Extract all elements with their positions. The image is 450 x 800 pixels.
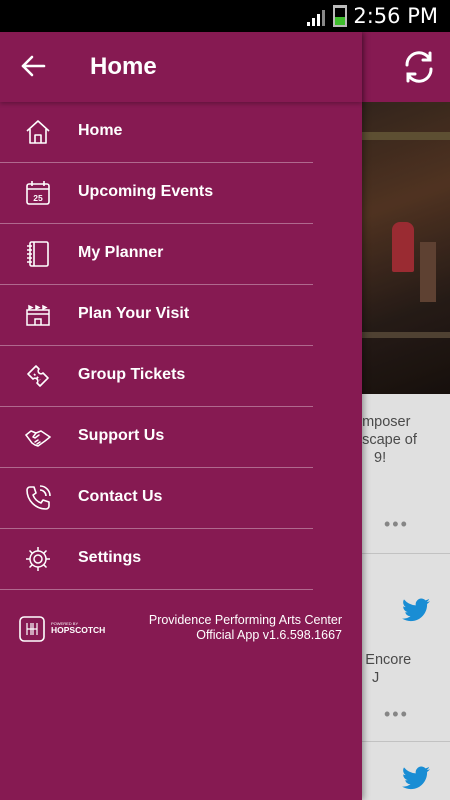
navigation-drawer: Home Home 25 Upcoming Events My Planner: [0, 32, 362, 800]
status-bar: 2:56 PM: [0, 0, 450, 32]
menu-item-label: Group Tickets: [78, 366, 186, 383]
home-icon: [26, 120, 50, 144]
app-info-line: Providence Performing Arts Center: [148, 613, 342, 627]
svg-text:HOPSCOTCH: HOPSCOTCH: [51, 625, 105, 635]
drawer-menu: Home 25 Upcoming Events My Planner Plan …: [0, 102, 362, 590]
menu-item-upcoming-events[interactable]: 25 Upcoming Events: [0, 163, 362, 224]
menu-item-label: Support Us: [78, 427, 165, 444]
status-time: 2:56 PM: [353, 4, 438, 28]
drawer-scrim[interactable]: [362, 102, 450, 800]
menu-item-label: Plan Your Visit: [78, 305, 190, 322]
planner-icon: [27, 241, 49, 267]
app-version: Official App v1.6.598.1667: [196, 628, 342, 642]
menu-item-home[interactable]: Home: [0, 102, 362, 163]
hopscotch-logo: POWERED BY HOPSCOTCH: [19, 616, 105, 642]
svg-text:25: 25: [33, 193, 43, 203]
drawer-header: Home: [0, 32, 362, 102]
sync-icon[interactable]: [400, 48, 438, 86]
menu-item-label: Home: [78, 122, 123, 139]
menu-item-contact-us[interactable]: Contact Us: [0, 468, 362, 529]
calendar-icon: 25: [26, 181, 50, 205]
battery-icon: [333, 5, 347, 27]
menu-item-plan-your-visit[interactable]: Plan Your Visit: [0, 285, 362, 346]
drawer-title: Home: [90, 53, 157, 80]
phone-icon: [26, 485, 51, 510]
back-arrow-icon[interactable]: [20, 54, 46, 78]
menu-item-my-planner[interactable]: My Planner: [0, 224, 362, 285]
menu-item-support-us[interactable]: Support Us: [0, 407, 362, 468]
venue-icon: [26, 304, 50, 326]
handshake-icon: [25, 430, 51, 447]
menu-item-label: Contact Us: [78, 488, 163, 505]
gear-icon: [26, 547, 50, 571]
ticket-icon: [27, 365, 49, 387]
app-info: Providence Performing Arts Center Offici…: [149, 613, 342, 643]
menu-item-label: Upcoming Events: [78, 183, 214, 200]
menu-item-label: My Planner: [78, 244, 164, 261]
menu-item-label: Settings: [78, 549, 142, 566]
menu-item-group-tickets[interactable]: Group Tickets: [0, 346, 362, 407]
signal-icon: [307, 10, 325, 26]
menu-item-settings[interactable]: Settings: [0, 529, 362, 590]
